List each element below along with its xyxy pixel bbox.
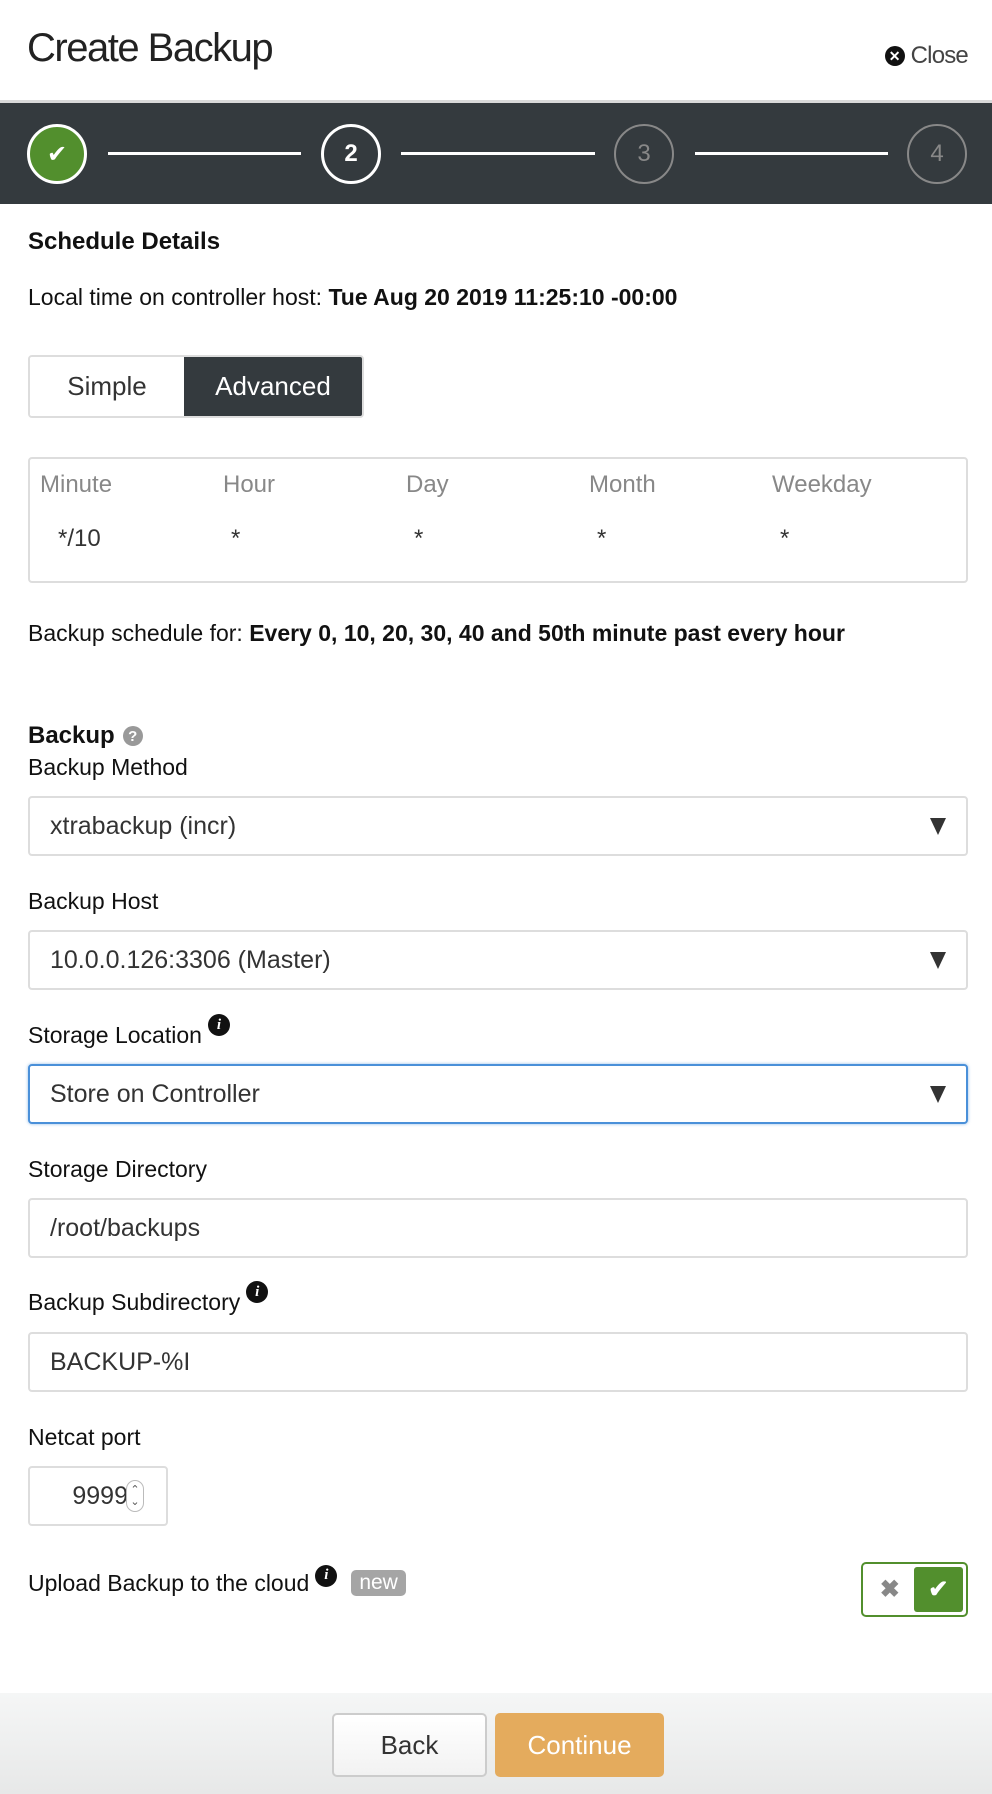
caret-down-icon	[930, 1086, 946, 1103]
wizard-step-number: 4	[930, 140, 944, 167]
backup-method-select[interactable]: xtrabackup (incr)	[28, 796, 968, 856]
storage-location-label: Storage Location i	[28, 1014, 230, 1049]
netcat-port-value: 9999	[72, 1481, 128, 1510]
wizard-step-number: 2	[344, 140, 358, 167]
backup-method-label: Backup Method	[28, 754, 188, 780]
backup-host-select[interactable]: 10.0.0.126:3306 (Master)	[28, 930, 968, 990]
backup-method-value: xtrabackup (incr)	[50, 811, 237, 840]
storage-directory-field	[28, 1198, 968, 1258]
storage-location-select[interactable]: Store on Controller	[28, 1064, 968, 1124]
local-time-label: Local time on controller host:	[28, 284, 329, 310]
upload-cloud-label: Upload Backup to the cloud	[28, 1570, 310, 1596]
cron-month-label: Month	[589, 471, 656, 498]
storage-directory-label: Storage Directory	[28, 1156, 207, 1182]
caret-down-icon	[930, 818, 946, 835]
backup-heading: Backup ?	[28, 722, 143, 750]
schedule-mode-toggle: Simple Advanced	[28, 355, 364, 418]
wizard-connector	[695, 152, 888, 155]
info-icon[interactable]: i	[207, 1014, 230, 1036]
close-button[interactable]: ✕ Close	[884, 42, 969, 70]
cron-editor: Minute Hour Day Month Weekday	[28, 457, 968, 583]
info-icon[interactable]: i	[315, 1564, 338, 1587]
backup-subdirectory-field	[28, 1332, 968, 1392]
modal-header: Create Backup ✕ Close	[0, 0, 992, 103]
continue-button[interactable]: Continue	[495, 1713, 664, 1777]
wizard-step-number: 3	[637, 140, 651, 167]
check-icon: ✔	[46, 140, 68, 168]
backup-host-value: 10.0.0.126:3306 (Master)	[50, 945, 331, 974]
backup-host-label: Backup Host	[28, 888, 159, 914]
backup-subdirectory-label-text: Backup Subdirectory	[28, 1289, 241, 1315]
wizard-step-2[interactable]: 2	[321, 124, 381, 184]
cron-day-input[interactable]	[414, 525, 534, 553]
storage-directory-input[interactable]	[50, 1213, 966, 1243]
wizard-step-1[interactable]: ✔	[27, 124, 87, 184]
wizard-connector	[401, 152, 595, 155]
close-label: Close	[910, 42, 969, 69]
schedule-summary-value: Every 0, 10, 20, 30, 40 and 50th minute …	[249, 620, 845, 646]
help-icon[interactable]: ?	[122, 726, 143, 746]
wizard-progress: ✔ 2 3 4	[0, 103, 992, 204]
cron-month-input[interactable]	[597, 525, 717, 553]
new-badge: new	[351, 1569, 406, 1596]
schedule-summary: Backup schedule for: Every 0, 10, 20, 30…	[28, 620, 845, 647]
cron-day-label: Day	[406, 471, 449, 498]
backup-heading-label: Backup	[28, 722, 115, 749]
wizard-step-4[interactable]: 4	[907, 124, 967, 184]
storage-location-label-text: Storage Location	[28, 1022, 202, 1048]
wizard-connector	[108, 152, 301, 155]
stepper-arrows-icon[interactable]: ⌃ ⌄	[126, 1480, 144, 1512]
backup-subdirectory-label: Backup Subdirectory i	[28, 1281, 269, 1316]
cron-hour-input[interactable]	[231, 525, 351, 553]
schedule-details-heading: Schedule Details	[28, 228, 221, 255]
info-icon[interactable]: i	[246, 1281, 269, 1303]
times-icon: ✖	[879, 1576, 900, 1603]
cron-minute-input[interactable]	[58, 525, 178, 553]
backup-subdirectory-input[interactable]	[50, 1347, 966, 1377]
netcat-port-stepper[interactable]: 9999 ⌃ ⌄	[28, 1466, 168, 1526]
netcat-port-label: Netcat port	[28, 1424, 141, 1450]
back-button[interactable]: Back	[332, 1713, 487, 1777]
wizard-step-3[interactable]: 3	[614, 124, 674, 184]
modal-footer: Back Continue	[0, 1693, 992, 1794]
times-circle-icon: ✕	[884, 46, 905, 66]
upload-cloud-row: Upload Backup to the cloud i new	[28, 1564, 406, 1597]
modal-title: Create Backup	[27, 26, 274, 70]
check-icon: ✔	[913, 1567, 963, 1612]
mode-simple-button[interactable]: Simple	[30, 357, 184, 416]
local-time: Local time on controller host: Tue Aug 2…	[28, 284, 677, 311]
upload-cloud-toggle[interactable]: ✖ ✔	[861, 1562, 968, 1617]
cron-minute-label: Minute	[40, 471, 113, 498]
cron-weekday-label: Weekday	[772, 471, 872, 498]
cron-hour-label: Hour	[223, 471, 276, 498]
storage-location-value: Store on Controller	[50, 1079, 260, 1108]
local-time-value: Tue Aug 20 2019 11:25:10 -00:00	[328, 284, 678, 310]
schedule-summary-label: Backup schedule for:	[28, 620, 250, 646]
mode-advanced-button[interactable]: Advanced	[184, 357, 362, 416]
cron-weekday-input[interactable]	[780, 525, 900, 553]
caret-down-icon	[930, 952, 946, 969]
